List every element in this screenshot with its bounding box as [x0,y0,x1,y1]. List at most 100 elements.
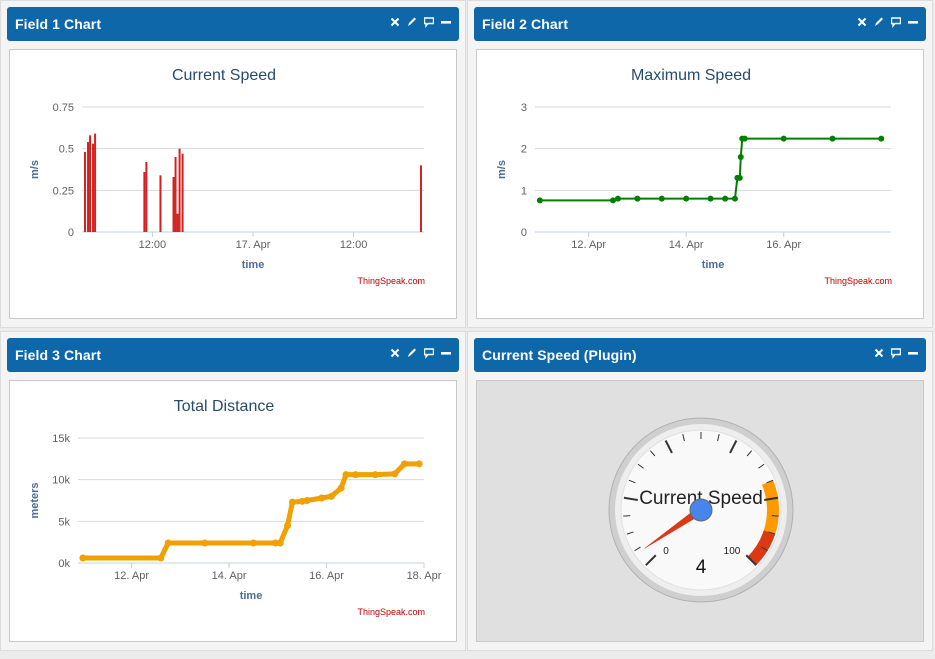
x-tick-label: 12:00 [139,239,167,251]
pencil-icon[interactable] [407,347,417,359]
x-tick-label: 12. Apr [571,239,606,251]
data-point [683,195,690,202]
data-point [352,471,360,479]
x-tick-label: 18. Apr [407,570,442,582]
data-point [303,497,311,504]
close-icon[interactable] [390,16,400,28]
y-tick-label: 15k [52,433,70,445]
close-icon[interactable] [857,16,867,28]
data-bar [145,162,148,232]
close-icon[interactable] [390,347,400,359]
data-bar [178,148,181,232]
field3-header: Field 3 Chart [7,338,459,372]
close-icon[interactable] [874,347,884,359]
data-bar [143,172,146,232]
y-tick-label: 0k [58,558,70,570]
x-tick-label: 17. Apr [236,239,271,251]
data-point [391,470,399,478]
data-point [736,174,743,181]
data-bar [419,165,422,232]
data-bar [84,152,87,232]
data-point [164,539,172,547]
minimize-icon[interactable] [908,16,918,28]
data-point [79,554,87,562]
y-axis-title: meters [29,482,41,518]
data-point [327,492,335,500]
y-tick-label: 1 [521,185,527,197]
gauge-max-label: 100 [724,546,741,557]
data-bar [181,153,184,232]
data-bar [94,133,97,232]
data-point [318,494,326,502]
comment-icon[interactable] [891,16,901,28]
y-tick-label: 0.5 [59,144,74,156]
x-tick-label: 16. Apr [309,570,344,582]
data-point [401,460,409,468]
pencil-icon[interactable] [407,16,417,28]
y-axis-title: m/s [496,160,508,179]
y-tick-label: 0 [521,227,527,239]
plugin-title: Current Speed (Plugin) [482,347,637,363]
data-point [634,195,641,202]
field2-header: Field 2 Chart [474,7,926,41]
minimize-icon[interactable] [908,347,918,359]
speed-gauge: Current Speed0 1004 [608,417,794,603]
plugin-panel: Current Speed (Plugin) Current Speed 0 100… [467,331,933,651]
data-point [829,135,836,142]
gauge-tick [623,515,631,517]
minimize-icon[interactable] [441,16,451,28]
current-speed-chart: Current Speed 0 0.25 0.5 0.75 12:00 17. Apr 12:… [29,67,425,286]
minimize-icon[interactable] [441,347,451,359]
series-line [539,137,882,202]
comment-icon[interactable] [424,16,434,28]
field3-title: Field 3 Chart [15,347,102,363]
comment-icon[interactable] [424,347,434,359]
data-point [658,195,665,202]
total-distance-chart: Total Distance 0k 5k 10k 15k 12. Apr 14. Apr 16… [29,398,442,617]
data-point [284,522,292,529]
field1-chart-area: Current Speed 0 0.25 0.5 0.75 12:00 17. Apr 12:… [9,49,457,319]
maximum-speed-chart: Maximum Speed 0 1 2 3 12. Apr 14. Apr 16. Apr ti… [496,67,892,286]
credit-link: ThingSpeak.com [357,607,425,617]
chart-title: Current Speed [172,67,276,84]
data-point [342,471,350,479]
y-tick-label: 2 [521,144,527,156]
chart-title: Total Distance [174,398,275,415]
data-bar [92,143,95,232]
credit-link: ThingSpeak.com [357,276,425,286]
data-point [157,554,165,562]
data-point [276,539,284,547]
x-tick-label: 12. Apr [114,570,149,582]
data-bar [159,175,162,232]
data-point [780,135,787,142]
x-tick-label: 14. Apr [669,239,704,251]
x-axis-title: time [242,259,265,271]
data-point [288,498,296,506]
data-point [737,154,744,160]
field3-panel: Field 3 Chart Total Distance 0k 5k 10k 15k 12… [0,331,466,651]
data-point [249,539,257,547]
data-point [722,195,729,202]
field3-chart-area: Total Distance 0k 5k 10k 15k 12. Apr 14. Apr 16… [9,380,457,642]
gauge-min-label: 0 [663,546,669,557]
x-tick-label: 12:00 [340,239,368,251]
data-point [878,135,885,142]
data-point [536,197,543,204]
y-tick-label: 10k [52,475,70,487]
data-bar [89,135,92,232]
data-bar [174,157,177,232]
gauge-value: 4 [696,557,707,578]
field2-title: Field 2 Chart [482,16,569,32]
x-tick-label: 14. Apr [212,570,247,582]
data-point [337,484,345,492]
pencil-icon[interactable] [874,16,884,28]
y-tick-label: 5k [58,516,70,528]
data-point [201,539,209,547]
y-tick-label: 0.75 [53,102,74,114]
comment-icon[interactable] [891,347,901,359]
y-tick-label: 0.25 [53,185,74,197]
x-axis-title: time [702,259,725,271]
credit-link: ThingSpeak.com [824,276,892,286]
y-tick-label: 3 [521,102,527,114]
x-axis-title: time [240,590,263,602]
